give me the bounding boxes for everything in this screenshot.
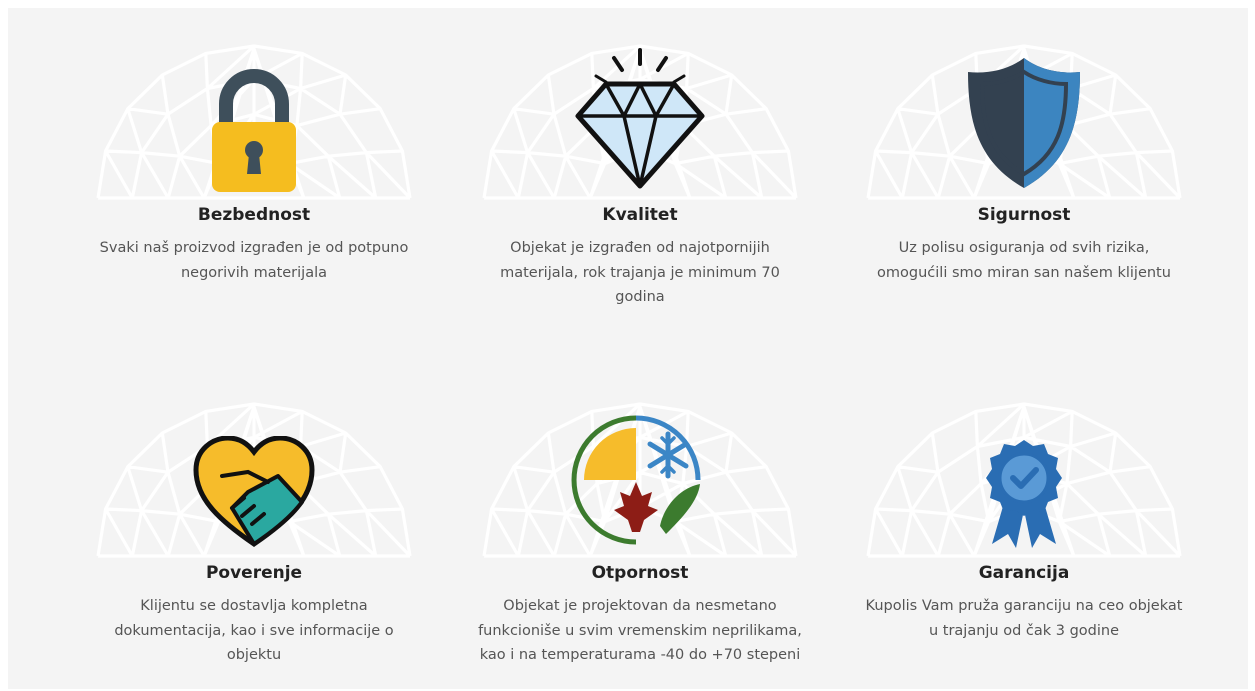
- feature-card-otpornost: Otpornost Objekat je projektovan da nesm…: [478, 396, 802, 668]
- feature-illustration: [92, 396, 416, 558]
- feature-illustration: [862, 396, 1186, 558]
- shield-icon: [968, 58, 1080, 188]
- feature-title: Poverenje: [205, 563, 303, 583]
- feature-card-kvalitet: Kvalitet Objekat je izgrađen od najotpor…: [478, 38, 802, 310]
- feature-description: Kupolis Vam pruža garanciju na ceo objek…: [865, 598, 1183, 639]
- feature-description: Klijentu se dostavlja kompletna dokument…: [114, 598, 394, 663]
- handshake-heart-icon: [193, 436, 315, 548]
- feature-illustration: [92, 38, 416, 200]
- feature-description: Objekat je projektovan da nesmetano funk…: [478, 598, 802, 663]
- feature-card-bezbednost: Bezbednost Svaki naš proizvod izgrađen j…: [92, 38, 416, 285]
- feature-description: Objekat je izgrađen od najotpornijih mat…: [500, 240, 780, 305]
- feature-illustration: [478, 396, 802, 558]
- feature-title: Sigurnost: [977, 205, 1071, 225]
- feature-title: Bezbednost: [197, 205, 311, 225]
- feature-card-poverenje: Poverenje Klijentu se dostavlja kompletn…: [92, 396, 416, 668]
- feature-illustration: [862, 38, 1186, 200]
- feature-illustration: [478, 38, 802, 200]
- feature-description: Uz polisu osiguranja od svih rizika, omo…: [877, 240, 1171, 281]
- feature-title: Otpornost: [591, 563, 689, 583]
- feature-card-garancija: Garancija Kupolis Vam pruža garanciju na…: [862, 396, 1186, 643]
- feature-card-sigurnost: Sigurnost Uz polisu osiguranja od svih r…: [862, 38, 1186, 285]
- seasons-icon: [571, 415, 701, 545]
- features-grid: Bezbednost Svaki naš proizvod izgrađen j…: [8, 8, 1248, 689]
- award-badge-icon: [986, 440, 1062, 548]
- diamond-icon: [575, 48, 705, 189]
- features-panel: Bezbednost Svaki naš proizvod izgrađen j…: [8, 8, 1248, 689]
- feature-title: Kvalitet: [602, 205, 678, 225]
- feature-description: Svaki naš proizvod izgrađen je od potpun…: [99, 240, 409, 281]
- padlock-icon: [212, 69, 296, 192]
- feature-title: Garancija: [978, 563, 1070, 583]
